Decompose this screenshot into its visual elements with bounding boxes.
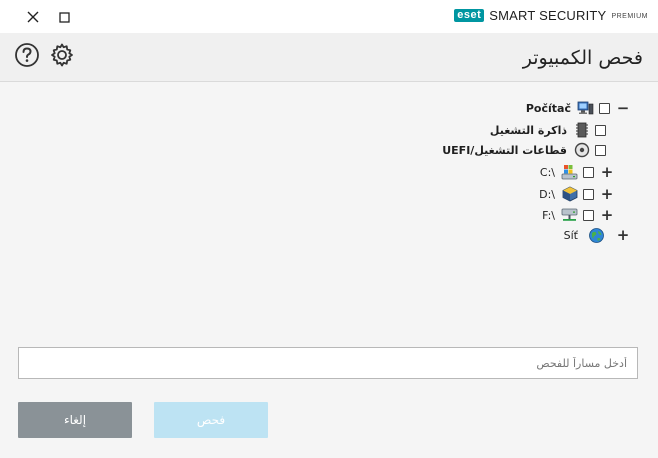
tree-item-label: C:\ — [539, 165, 555, 179]
tree-item-checkbox[interactable] — [583, 209, 594, 221]
system-drive-icon — [561, 164, 578, 181]
gear-icon — [51, 43, 73, 67]
tree-item-drive-f[interactable]: F:\ + — [542, 206, 614, 224]
eset-logo: eset — [454, 9, 485, 22]
title-bar: eset SMART SECURITY PREMIUM — [0, 0, 658, 33]
tree-item-checkbox[interactable] — [595, 144, 606, 156]
computer-icon — [577, 100, 594, 117]
boot-disc-icon — [573, 142, 590, 159]
product-tier: PREMIUM — [611, 13, 648, 20]
tree-item-label: Síť — [563, 228, 578, 242]
expand-toggle[interactable]: + — [600, 187, 614, 202]
tree-item-checkbox[interactable] — [595, 124, 606, 136]
tree-item-label: D:\ — [539, 187, 555, 201]
tree-item-network[interactable]: Síť + — [564, 226, 630, 244]
page-title: فحص الكمبيوتر — [522, 47, 643, 69]
collapse-toggle[interactable]: − — [616, 101, 630, 116]
tree-item-boot-sectors[interactable]: UEFI/قطاعات التشغيل — [442, 141, 606, 159]
tree-item-checkbox[interactable] — [583, 166, 594, 178]
tree-item-memory[interactable]: ذاكرة التشغيل — [490, 121, 606, 139]
cancel-button[interactable]: إلغاء — [18, 402, 132, 438]
scan-button[interactable]: فحص — [154, 402, 268, 438]
help-icon — [15, 43, 39, 67]
scan-path-input[interactable] — [18, 347, 638, 379]
memory-chip-icon — [573, 122, 590, 139]
page-header: فحص الكمبيوتر — [0, 33, 658, 82]
tree-item-checkbox[interactable] — [583, 188, 594, 200]
expand-toggle[interactable]: + — [616, 228, 630, 243]
network-globe-icon — [588, 227, 605, 244]
close-window-button[interactable] — [22, 6, 44, 28]
maximize-window-button[interactable] — [53, 6, 75, 28]
settings-button[interactable] — [49, 42, 75, 68]
tree-item-drive-d[interactable]: D:\ + — [539, 185, 614, 203]
product-name: SMART SECURITY — [489, 8, 607, 23]
expand-toggle[interactable]: + — [600, 165, 614, 180]
tree-item-computer[interactable]: Počítač − — [526, 99, 630, 117]
close-icon — [27, 11, 39, 23]
maximize-icon — [58, 11, 70, 23]
tree-item-label: F:\ — [542, 208, 555, 222]
expand-toggle[interactable]: + — [600, 208, 614, 223]
product-brand: eset SMART SECURITY PREMIUM — [454, 8, 648, 23]
tree-item-label: ذاكرة التشغيل — [489, 123, 567, 137]
tree-item-drive-c[interactable]: C:\ + — [540, 163, 614, 181]
tree-item-checkbox[interactable] — [599, 102, 610, 114]
network-drive-icon — [561, 207, 578, 224]
help-button[interactable] — [14, 42, 40, 68]
optical-drive-icon — [561, 186, 578, 203]
tree-item-label: UEFI/قطاعات التشغيل — [442, 143, 567, 157]
tree-item-label: Počítač — [525, 101, 571, 115]
